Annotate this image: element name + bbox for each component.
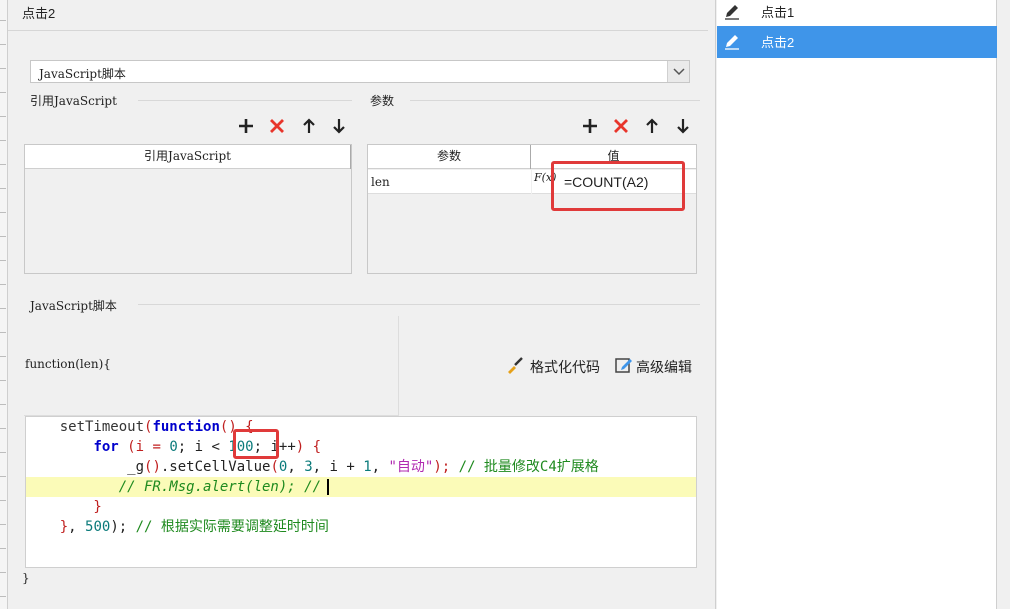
chevron-down-icon[interactable] (667, 61, 689, 82)
title-divider (8, 30, 708, 31)
ref-js-column-header: 引用JavaScript (25, 145, 351, 169)
script-rule (138, 304, 700, 305)
format-code-label: 格式化代码 (530, 359, 600, 375)
arrow-down-icon (333, 119, 345, 134)
arrow-up-icon (646, 118, 658, 133)
arrow-down-icon (677, 119, 689, 134)
script-type-select[interactable]: JavaScript脚本 (30, 60, 690, 83)
move-up-ref-button[interactable] (299, 116, 319, 136)
editor-title: 点击2 (22, 6, 56, 21)
code-line-5: } (26, 499, 102, 515)
code-editor[interactable]: setTimeout(function() { for (i = 0; i < … (25, 416, 697, 568)
outer-frame-edge (997, 0, 1010, 609)
param-name-header: 参数 (368, 145, 531, 169)
text-cursor (327, 479, 330, 495)
params-group-label: 参数 (370, 94, 395, 108)
delete-x-icon (270, 119, 284, 133)
move-up-param-button[interactable] (642, 116, 662, 136)
plus-icon (239, 119, 253, 133)
edit-document-icon (615, 358, 632, 373)
delete-param-button[interactable] (611, 116, 631, 136)
pencil-icon (723, 2, 741, 20)
pencil-icon (723, 32, 741, 50)
delete-ref-button[interactable] (267, 116, 287, 136)
arrow-up-icon (303, 118, 315, 133)
code-line-3: _g().setCellValue(0, 3, i + 1, "自动"); //… (26, 459, 599, 475)
formula-highlight-box (551, 161, 685, 211)
param-name: len (371, 175, 390, 189)
closing-brace: } (22, 571, 30, 585)
plus-icon (583, 119, 597, 133)
add-ref-button[interactable] (236, 116, 256, 136)
code-line-2: for (i = 0; i < 100; i++) { (93, 439, 322, 455)
function-header: function(len){ (25, 357, 111, 371)
move-down-ref-button[interactable] (329, 116, 349, 136)
ref-js-table[interactable]: 引用JavaScript (24, 144, 352, 274)
ref-js-rule (138, 100, 352, 101)
event-item-label: 点击2 (761, 35, 795, 50)
event-list-panel: 点击1 点击2 (717, 0, 997, 609)
brush-icon (508, 357, 523, 374)
param-row-name-cell[interactable]: len (368, 170, 531, 194)
loop-limit-highlight-box (233, 429, 279, 459)
code-line-4-current: // FR.Msg.alert(len); // (26, 477, 696, 497)
code-line-6: }, 500); // 根据实际需要调整延时时间 (26, 519, 329, 535)
advanced-edit-label: 高级编辑 (636, 359, 692, 375)
event-item-label: 点击1 (761, 5, 795, 20)
event-item-1[interactable]: 点击1 (717, 0, 997, 28)
ref-js-table-header: 引用JavaScript (25, 145, 351, 169)
move-down-param-button[interactable] (673, 116, 693, 136)
delete-x-icon (614, 119, 628, 133)
script-group-label: JavaScript脚本 (30, 299, 117, 313)
event-item-2[interactable]: 点击2 (717, 26, 997, 58)
params-rule (410, 100, 700, 101)
code-line-1: setTimeout(function() { (26, 419, 254, 435)
ref-js-group-label: 引用JavaScript (30, 94, 117, 108)
add-param-button[interactable] (580, 116, 600, 136)
script-type-value: JavaScript脚本 (39, 67, 126, 81)
left-ruler-strip (0, 0, 8, 609)
